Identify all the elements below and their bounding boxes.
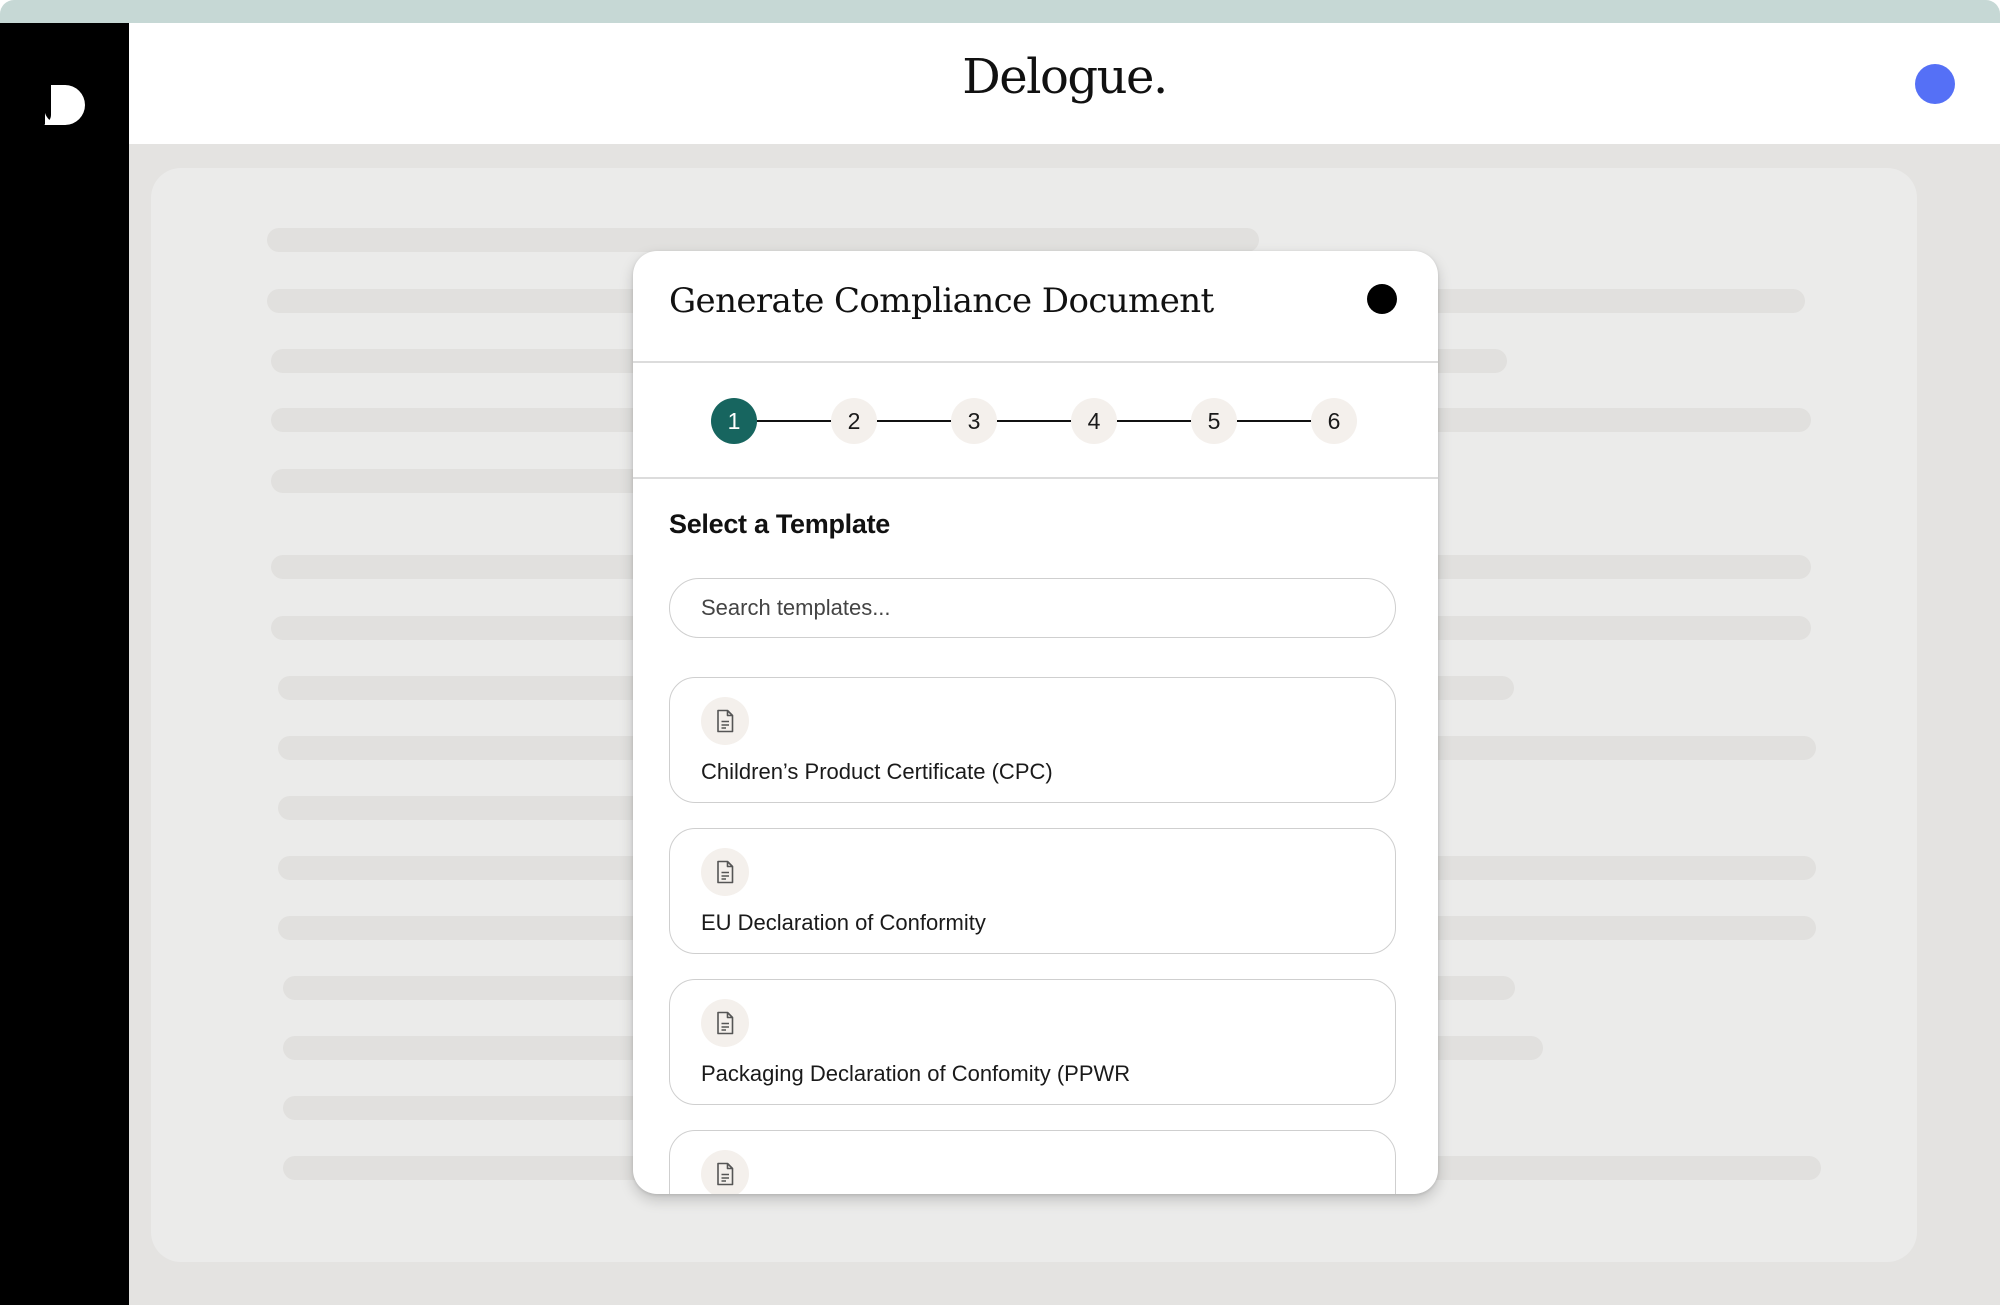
sidebar [0,23,129,1305]
step-1[interactable]: 1 [711,398,757,444]
generate-compliance-modal: Generate Compliance Document 1 2 3 4 5 6… [633,251,1438,1194]
template-label: EU Declaration of Conformity [701,910,986,935]
step-connector [877,420,951,422]
brand-logo: Delogue. [962,49,1168,105]
document-icon [701,848,749,896]
step-5[interactable]: 5 [1191,398,1237,444]
chat-logo-icon[interactable] [42,83,88,129]
template-card[interactable]: EU Declaration of Conformity [669,828,1396,954]
template-card[interactable]: Packaging Declaration of Confomity (PPWR [669,979,1396,1105]
template-label: Packaging Declaration of Confomity (PPWR [701,1061,1131,1086]
step-connector [1117,420,1191,422]
modal-header: Generate Compliance Document [633,251,1438,363]
skeleton-line [267,228,1259,252]
template-label: Children’s Product Certificate (CPC) [701,759,1053,784]
search-templates-input[interactable] [669,578,1396,638]
top-header: Delogue. [129,23,2000,144]
window-bottom-edge [0,1305,2000,1311]
step-connector [757,420,831,422]
modal-title: Generate Compliance Document [669,281,1214,321]
close-button[interactable] [1367,284,1397,314]
document-icon [701,697,749,745]
template-card[interactable] [669,1130,1396,1194]
step-connector [997,420,1071,422]
skeleton-line [271,469,695,493]
step-4[interactable]: 4 [1071,398,1117,444]
step-3[interactable]: 3 [951,398,997,444]
user-avatar[interactable] [1915,64,1955,104]
step-connector [1237,420,1311,422]
step-6[interactable]: 6 [1311,398,1357,444]
document-icon [701,1150,749,1194]
document-icon [701,999,749,1047]
template-card[interactable]: Children’s Product Certificate (CPC) [669,677,1396,803]
step-2[interactable]: 2 [831,398,877,444]
section-title: Select a Template [669,509,890,539]
window-top-strip [0,0,2000,24]
